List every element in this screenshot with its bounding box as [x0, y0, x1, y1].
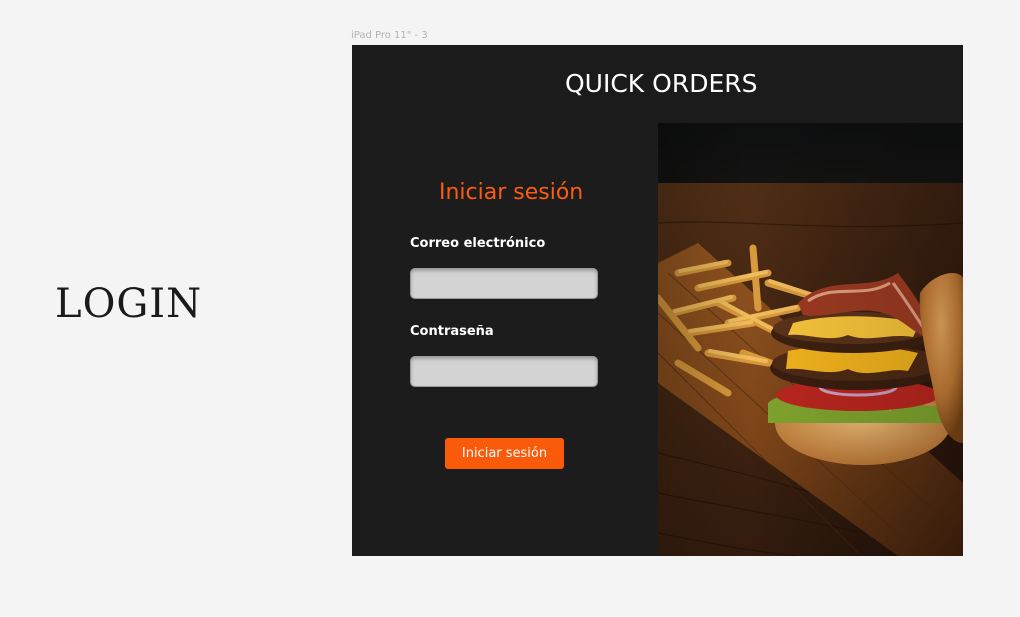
login-heading: Iniciar sesión: [439, 180, 584, 205]
app-title: QUICK ORDERS: [565, 69, 758, 98]
password-label: Contraseña: [410, 324, 494, 339]
login-button[interactable]: Iniciar sesión: [445, 438, 564, 469]
email-label: Correo electrónico: [410, 236, 546, 251]
header-bar: QUICK ORDERS: [352, 45, 963, 123]
password-field[interactable]: [410, 356, 598, 387]
side-title: LOGIN: [55, 281, 203, 327]
login-screen-frame: QUICK ORDERS Iniciar sesión Correo elect…: [352, 45, 963, 556]
frame-label: iPad Pro 11" - 3: [351, 30, 428, 41]
email-field[interactable]: [410, 268, 598, 299]
burger-with-fries-photo: [658, 123, 963, 556]
